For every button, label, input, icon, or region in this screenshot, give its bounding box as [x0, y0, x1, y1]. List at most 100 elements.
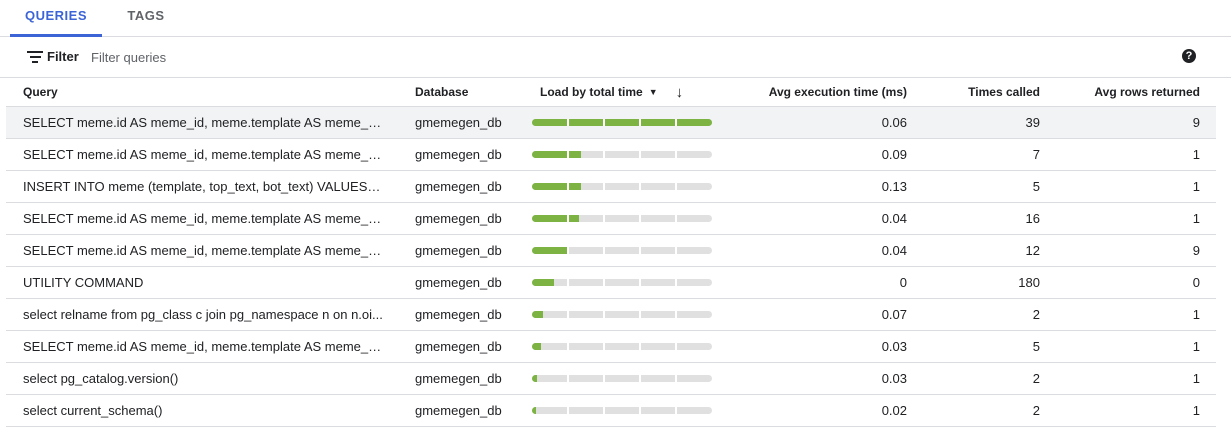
query-text[interactable]: SELECT meme.id AS meme_id, meme.template… [23, 235, 383, 266]
tab-queries[interactable]: QUERIES [10, 0, 102, 37]
column-header-avg-rows[interactable]: Avg rows returned [1056, 78, 1200, 106]
load-bar [532, 375, 712, 382]
table-row[interactable]: select current_schema() gmemegen_db 0.02 2 1 [6, 395, 1216, 427]
avg-rows-returned: 1 [1192, 403, 1200, 418]
column-header-times-called[interactable]: Times called [936, 78, 1040, 106]
load-header-label: Load by total time [540, 85, 643, 99]
table-row[interactable]: SELECT meme.id AS meme_id, meme.template… [6, 107, 1216, 139]
bar-segment-divider [603, 215, 605, 222]
avg-rows-returned: 0 [1192, 275, 1200, 290]
load-bar-cell [532, 267, 712, 298]
bar-segment-divider [639, 311, 641, 318]
column-header-load[interactable]: Load by total time ▼ ↓ [540, 78, 700, 106]
filter-icon[interactable] [27, 51, 43, 63]
load-bar [532, 343, 712, 350]
query-text[interactable]: SELECT meme.id AS meme_id, meme.template… [23, 107, 383, 138]
filter-label[interactable]: Filter [47, 49, 79, 64]
load-bar-cell [532, 395, 712, 426]
bar-segment-divider [603, 407, 605, 414]
bar-segment-divider [639, 215, 641, 222]
filter-input[interactable] [89, 45, 493, 69]
sort-descending-arrow-icon[interactable]: ↓ [676, 84, 684, 101]
tab-bar: QUERIES TAGS [0, 0, 1231, 37]
bar-segment-divider [603, 183, 605, 190]
help-circle-icon[interactable]: ? [1182, 49, 1196, 63]
bar-segment-divider [567, 215, 569, 222]
load-bar-fill [532, 375, 538, 382]
bar-segment-divider [639, 407, 641, 414]
query-text[interactable]: SELECT meme.id AS meme_id, meme.template… [23, 203, 383, 234]
load-bar-fill [532, 311, 543, 318]
times-called: 7 [1032, 147, 1040, 162]
bar-segment-divider [675, 407, 677, 414]
query-text[interactable]: UTILITY COMMAND [23, 267, 383, 298]
column-header-query[interactable]: Query [23, 78, 383, 106]
load-bar-cell [532, 363, 712, 394]
queries-table: Query Database Load by total time ▼ ↓ Av… [6, 77, 1216, 427]
load-bar-fill [532, 183, 581, 190]
load-bar [532, 407, 712, 414]
load-bar-cell [532, 107, 712, 138]
load-bar-fill [532, 407, 536, 414]
bar-segment-divider [603, 279, 605, 286]
database-name: gmemegen_db [415, 211, 502, 226]
bar-segment-divider [675, 119, 677, 126]
load-bar-fill [532, 215, 579, 222]
avg-exec-time: 0.04 [881, 243, 907, 258]
database-name: gmemegen_db [415, 147, 502, 162]
load-bar [532, 279, 712, 286]
table-row[interactable]: select pg_catalog.version() gmemegen_db 0.… [6, 363, 1216, 395]
load-bar-cell [532, 299, 712, 330]
times-called: 180 [1018, 275, 1040, 290]
query-text[interactable]: select current_schema() [23, 395, 383, 426]
times-called: 16 [1025, 211, 1040, 226]
avg-exec-time: 0.02 [881, 403, 907, 418]
bar-segment-divider [567, 183, 569, 190]
bar-segment-divider [675, 215, 677, 222]
tab-tags[interactable]: TAGS [118, 0, 174, 36]
bar-segment-divider [675, 375, 677, 382]
load-bar-cell [532, 203, 712, 234]
query-text[interactable]: SELECT meme.id AS meme_id, meme.template… [23, 331, 383, 362]
query-text[interactable]: SELECT meme.id AS meme_id, meme.template… [23, 139, 383, 170]
bar-segment-divider [675, 247, 677, 254]
avg-rows-returned: 1 [1192, 211, 1200, 226]
table-row[interactable]: select relname from pg_class c join pg_n… [6, 299, 1216, 331]
table-row[interactable]: UTILITY COMMAND gmemegen_db 0 180 0 [6, 267, 1216, 299]
load-bar-cell [532, 235, 712, 266]
database-name: gmemegen_db [415, 403, 502, 418]
times-called: 2 [1032, 307, 1040, 322]
column-header-database[interactable]: Database [415, 78, 525, 106]
bar-segment-divider [639, 151, 641, 158]
bar-segment-divider [603, 151, 605, 158]
bar-segment-divider [567, 151, 569, 158]
avg-exec-time: 0.07 [881, 307, 907, 322]
avg-rows-returned: 9 [1192, 243, 1200, 258]
query-text[interactable]: select relname from pg_class c join pg_n… [23, 299, 383, 330]
times-called: 2 [1032, 403, 1040, 418]
avg-exec-time: 0.06 [881, 115, 907, 130]
bar-segment-divider [567, 375, 569, 382]
bar-segment-divider [567, 407, 569, 414]
query-text[interactable]: INSERT INTO meme (template, top_text, bo… [23, 171, 383, 202]
table-row[interactable]: SELECT meme.id AS meme_id, meme.template… [6, 139, 1216, 171]
bar-segment-divider [603, 375, 605, 382]
column-header-avg-exec[interactable]: Avg execution time (ms) [706, 78, 907, 106]
bar-segment-divider [567, 311, 569, 318]
avg-exec-time: 0.13 [881, 179, 907, 194]
dropdown-triangle-icon[interactable]: ▼ [649, 87, 658, 97]
query-text[interactable]: select pg_catalog.version() [23, 363, 383, 394]
load-bar [532, 151, 712, 158]
filter-toolbar: Filter ? [0, 37, 1231, 78]
bar-segment-divider [675, 151, 677, 158]
bar-segment-divider [567, 247, 569, 254]
table-row[interactable]: SELECT meme.id AS meme_id, meme.template… [6, 235, 1216, 267]
avg-exec-time: 0 [899, 275, 907, 290]
avg-rows-returned: 9 [1192, 115, 1200, 130]
bar-segment-divider [675, 343, 677, 350]
table-row[interactable]: INSERT INTO meme (template, top_text, bo… [6, 171, 1216, 203]
times-called: 39 [1025, 115, 1040, 130]
table-row[interactable]: SELECT meme.id AS meme_id, meme.template… [6, 331, 1216, 363]
database-name: gmemegen_db [415, 339, 502, 354]
table-row[interactable]: SELECT meme.id AS meme_id, meme.template… [6, 203, 1216, 235]
